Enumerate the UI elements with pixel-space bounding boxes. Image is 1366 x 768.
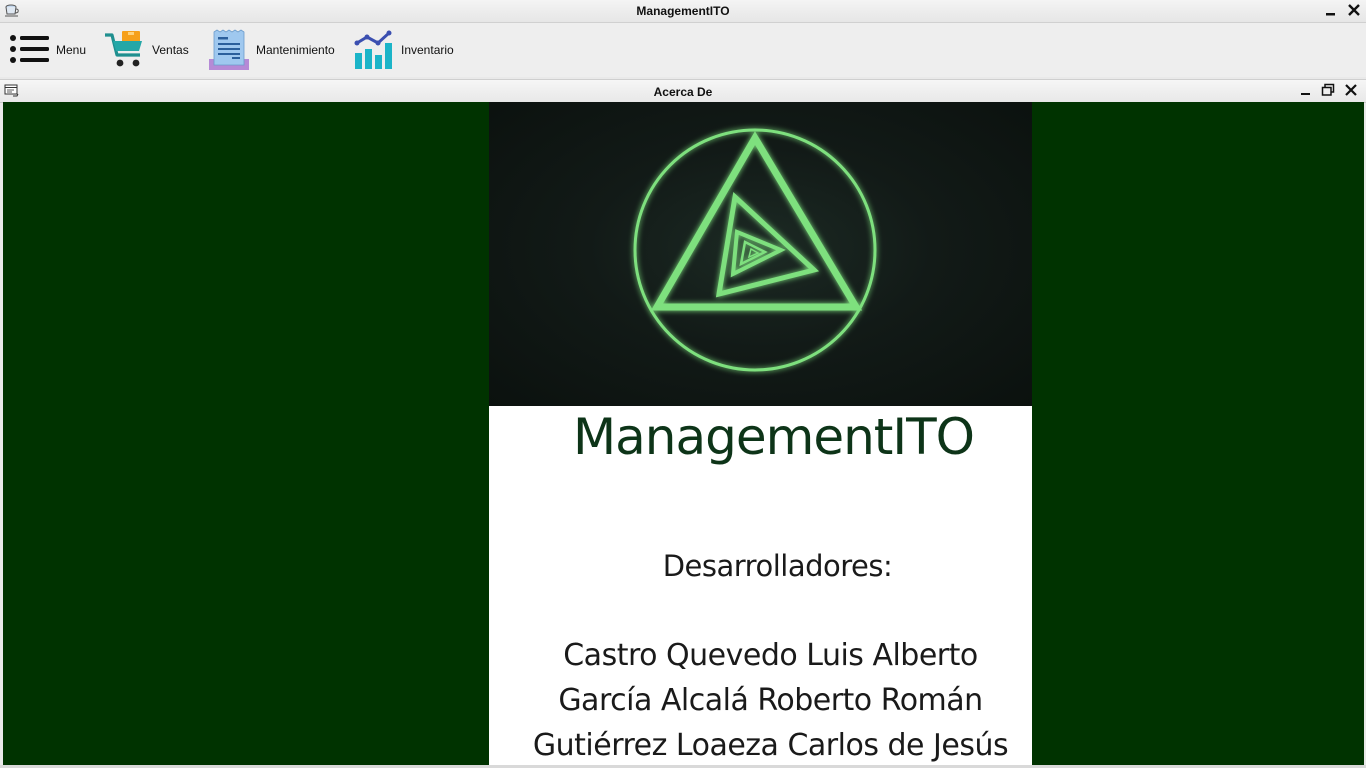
logo-panel — [489, 102, 1032, 406]
toolbar-mantenimiento-label: Mantenimiento — [256, 43, 335, 57]
main-window-titlebar[interactable]: ManagementITO — [0, 0, 1366, 23]
bar-chart-icon — [354, 30, 392, 69]
developers-heading: Desarrolladores: — [662, 549, 893, 583]
document-receipt-icon — [209, 29, 249, 70]
developer-name: Gutiérrez Loaeza Carlos de Jesús — [532, 728, 1009, 763]
developer-name: García Alcalá Roberto Román — [558, 683, 983, 718]
developer-name: Castro Quevedo Luis Alberto — [563, 638, 978, 673]
about-frame-title: Acerca De — [653, 85, 713, 99]
brand-name: ManagementITO — [573, 408, 975, 466]
close-icon[interactable] — [1347, 3, 1361, 17]
minimize-icon[interactable] — [1299, 83, 1313, 97]
toolbar-inventario-label: Inventario — [401, 43, 454, 57]
toolbar-ventas-label: Ventas — [152, 43, 189, 57]
minimize-icon[interactable] — [1324, 3, 1338, 17]
shopping-cart-icon — [105, 31, 142, 67]
toolbar-ventas-button[interactable]: Ventas — [104, 29, 189, 71]
maximize-icon[interactable] — [1321, 83, 1335, 97]
toolbar-menu-button[interactable]: Menu — [8, 29, 86, 71]
about-text-panel: ManagementITO Desarrolladores: Castro Qu… — [489, 406, 1032, 765]
toolbar-inventario-button[interactable]: Inventario — [353, 29, 454, 71]
menu-list-icon — [10, 35, 49, 63]
about-image: ManagementITO Desarrolladores: Castro Qu… — [489, 102, 1032, 765]
logo-triangle-icon — [633, 128, 877, 372]
close-icon[interactable] — [1344, 83, 1358, 97]
window-title: ManagementITO — [636, 4, 730, 18]
about-frame-titlebar[interactable]: Acerca De — [0, 79, 1366, 103]
toolbar-menu-label: Menu — [56, 43, 87, 57]
toolbar-mantenimiento-button[interactable]: Mantenimiento — [208, 29, 335, 71]
main-toolbar: Menu Ventas Mantenimiento Inventario — [0, 23, 1366, 77]
about-frame-content: ManagementITO Desarrolladores: Castro Qu… — [3, 102, 1364, 765]
